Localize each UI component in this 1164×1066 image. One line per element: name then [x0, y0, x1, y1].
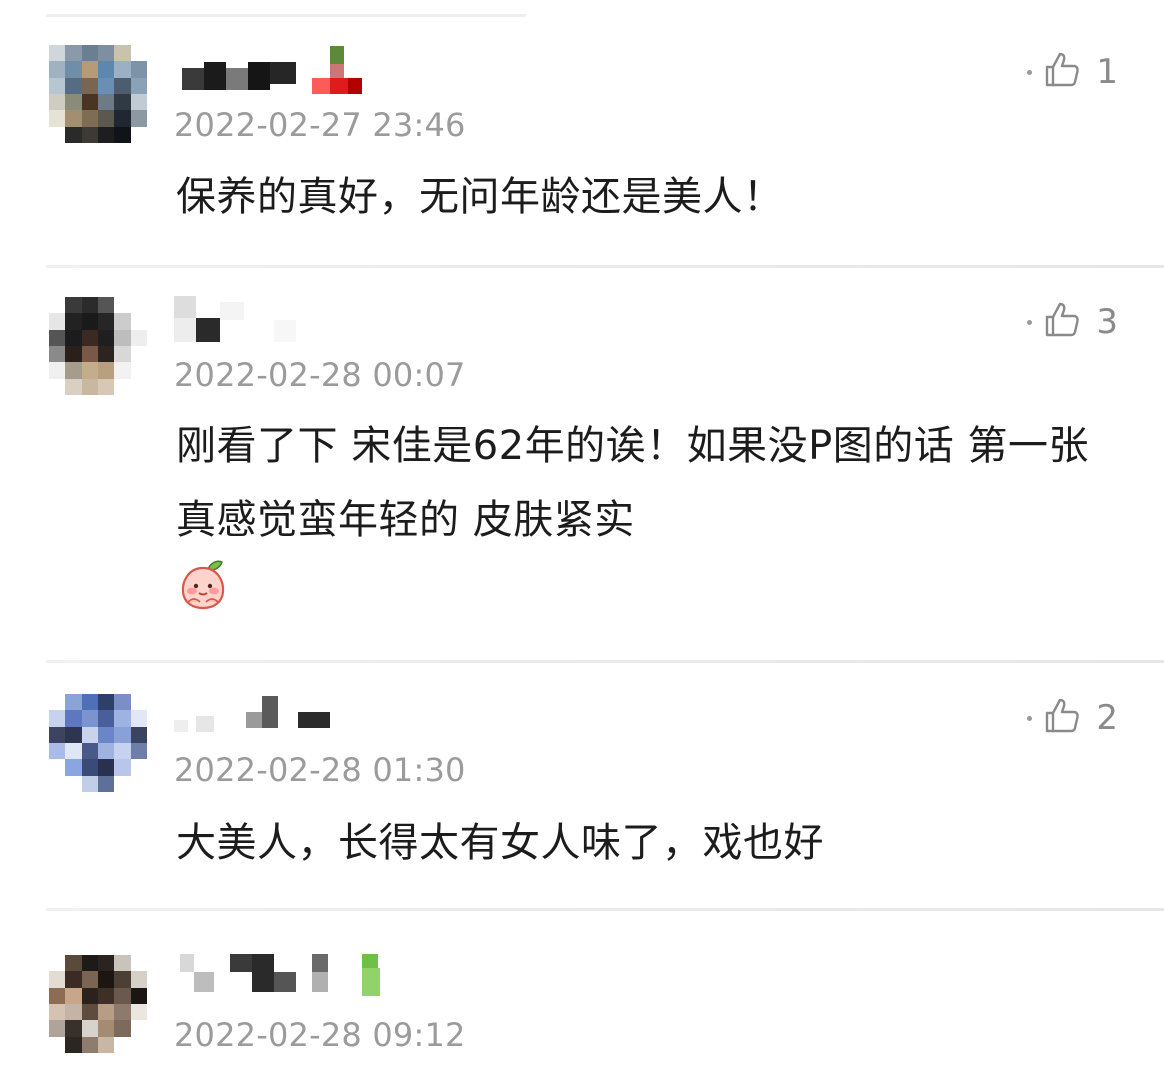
username-blurred[interactable] [174, 952, 434, 1004]
comment-timestamp: 2022-02-28 09:12 [174, 1016, 466, 1054]
comment-item: 2022-02-28 09:12 [0, 0, 1164, 1066]
avatar[interactable] [49, 955, 147, 1053]
